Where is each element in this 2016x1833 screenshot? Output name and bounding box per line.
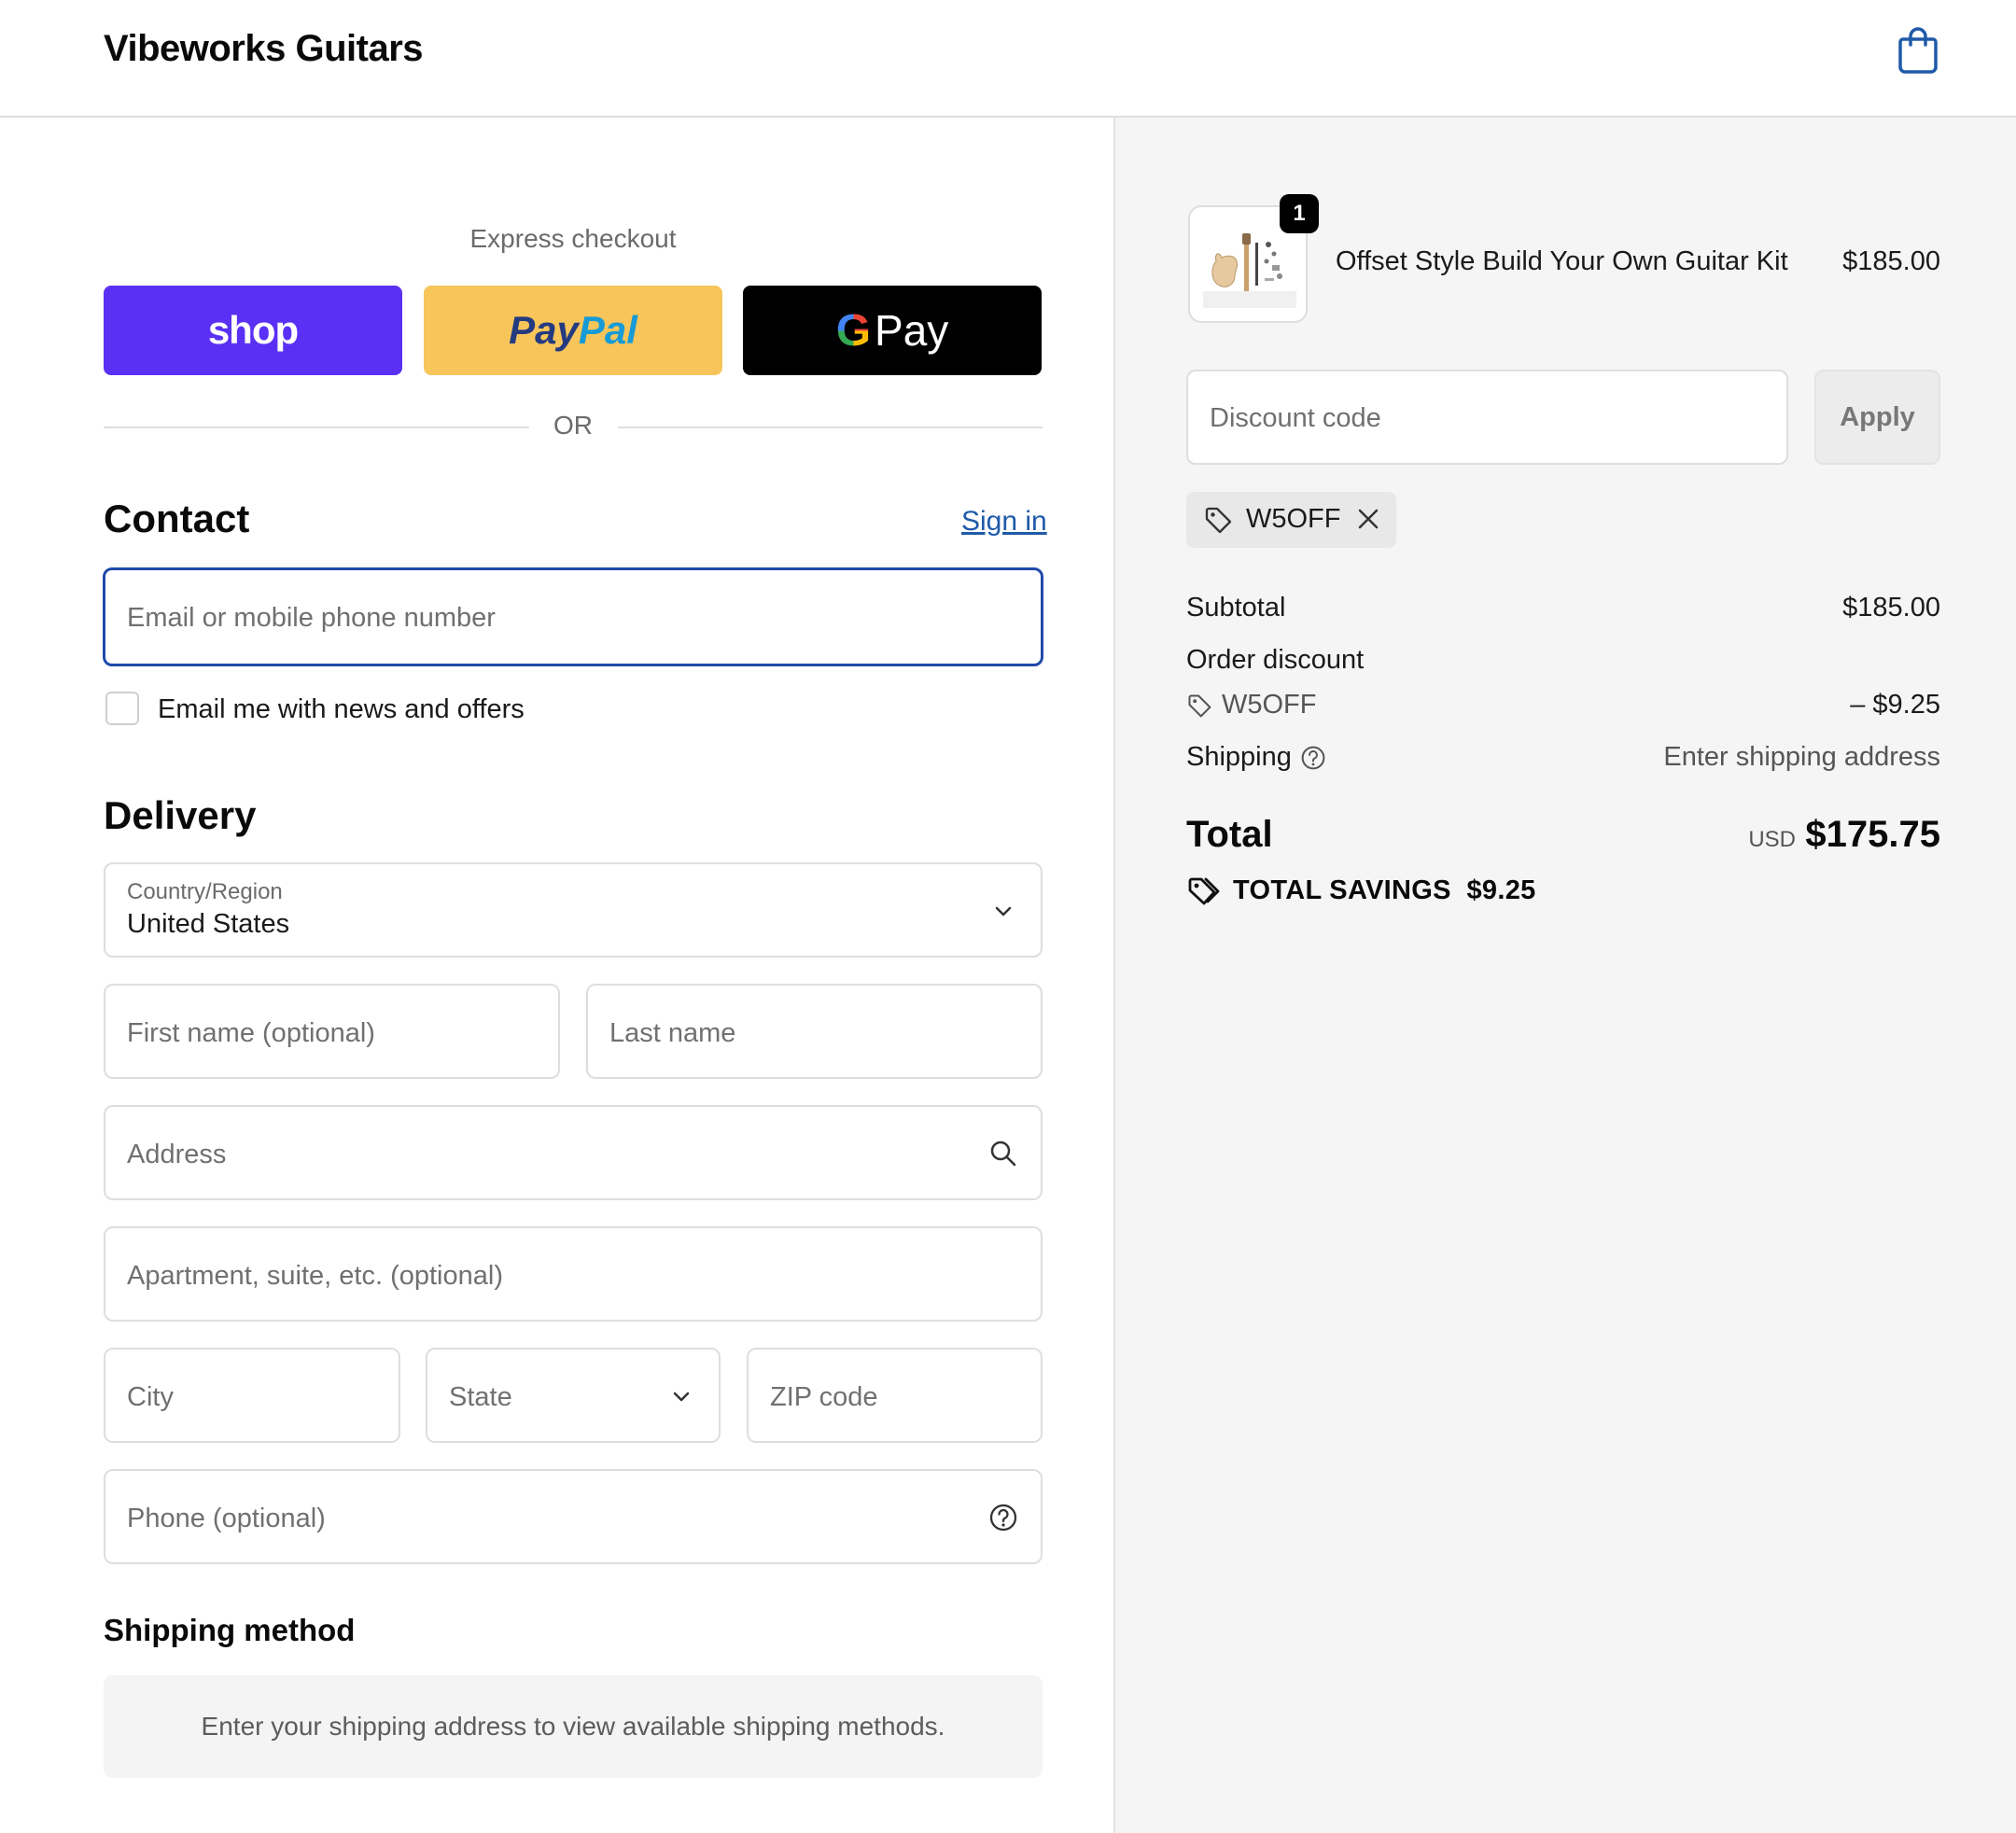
newsletter-checkbox[interactable] — [105, 692, 139, 725]
cart-quantity-badge: 1 — [1280, 194, 1319, 233]
address-input[interactable]: Address — [104, 1105, 1043, 1200]
subtotal-label: Subtotal — [1186, 593, 1286, 623]
paypal-button[interactable]: Pay Pal — [424, 286, 722, 375]
country-label: Country/Region — [127, 879, 283, 904]
delivery-heading: Delivery — [104, 793, 257, 837]
state-select[interactable]: State — [426, 1348, 721, 1443]
remove-discount-icon[interactable] — [1354, 505, 1382, 533]
product-name: Offset Style Build Your Own Guitar Kit — [1336, 246, 1788, 276]
address-placeholder: Address — [127, 1140, 227, 1169]
help-circle-icon[interactable] — [988, 1503, 1018, 1532]
apply-discount-button[interactable]: Apply — [1814, 370, 1940, 465]
applied-discount-chip: W5OFF — [1186, 492, 1396, 548]
contact-heading: Contact — [104, 497, 250, 540]
apartment-input[interactable]: Apartment, suite, etc. (optional) — [104, 1226, 1043, 1322]
paypal-logo-b: Pal — [578, 308, 637, 352]
discount-code-label: W5OFF — [1222, 690, 1317, 720]
google-pay-label: Pay — [875, 306, 949, 355]
apartment-placeholder: Apartment, suite, etc. (optional) — [127, 1261, 503, 1291]
country-value: United States — [127, 909, 290, 939]
shipping-method-heading: Shipping method — [104, 1613, 356, 1647]
total-currency: USD — [1748, 827, 1796, 852]
phone-input[interactable]: Phone (optional) — [104, 1469, 1043, 1564]
email-placeholder: Email or mobile phone number — [127, 603, 496, 633]
shopping-bag-icon[interactable] — [1897, 26, 1939, 75]
total-label: Total — [1186, 814, 1273, 855]
discount-value: – $9.25 — [1850, 690, 1940, 720]
savings-tag-icon — [1188, 877, 1220, 905]
chevron-down-icon — [673, 1392, 690, 1402]
city-input[interactable]: City — [104, 1348, 400, 1443]
newsletter-label[interactable]: Email me with news and offers — [158, 694, 525, 725]
guitar-kit-image — [1203, 233, 1296, 308]
country-select[interactable]: Country/Region United States — [104, 862, 1043, 958]
or-divider: OR — [104, 411, 1043, 444]
search-icon[interactable] — [988, 1139, 1018, 1168]
first-name-input[interactable]: First name (optional) — [104, 984, 560, 1079]
zip-input[interactable]: ZIP code — [747, 1348, 1043, 1443]
help-circle-icon[interactable] — [1300, 745, 1326, 771]
subtotal-value: $185.00 — [1842, 593, 1940, 623]
shipping-value: Enter shipping address — [1663, 742, 1940, 772]
sign-in-link[interactable]: Sign in — [961, 506, 1047, 538]
zip-placeholder: ZIP code — [770, 1382, 878, 1412]
total-savings-label: TOTAL SAVINGS — [1233, 875, 1451, 905]
applied-discount-code: W5OFF — [1246, 504, 1341, 534]
total-savings: TOTAL SAVINGS $9.25 — [1233, 875, 1536, 906]
paypal-logo-a: Pay — [509, 308, 579, 352]
google-pay-button[interactable]: G Pay — [743, 286, 1042, 375]
last-name-input[interactable]: Last name — [586, 984, 1043, 1079]
state-placeholder: State — [449, 1382, 512, 1412]
first-name-placeholder: First name (optional) — [127, 1018, 375, 1048]
shop-pay-logo: shop — [207, 308, 299, 352]
total-value: $175.75 — [1805, 814, 1940, 855]
store-brand[interactable]: Vibeworks Guitars — [104, 28, 424, 70]
total-savings-value: $9.25 — [1466, 875, 1536, 905]
product-price: $185.00 — [1842, 246, 1940, 276]
google-g-icon: G — [835, 305, 872, 356]
email-input[interactable]: Email or mobile phone number — [103, 567, 1043, 666]
site-header: Vibeworks Guitars — [0, 0, 2016, 118]
shipping-label: Shipping — [1186, 742, 1292, 772]
phone-placeholder: Phone (optional) — [127, 1504, 326, 1533]
shipping-method-notice: Enter your shipping address to view avai… — [104, 1675, 1043, 1778]
shop-pay-button[interactable]: shop — [104, 286, 402, 375]
express-checkout-label: Express checkout — [469, 224, 677, 253]
tag-icon — [1205, 507, 1232, 534]
chevron-down-icon — [995, 906, 1012, 916]
last-name-placeholder: Last name — [609, 1018, 736, 1048]
city-placeholder: City — [127, 1382, 174, 1412]
tag-icon — [1188, 694, 1211, 718]
order-discount-label: Order discount — [1186, 645, 1365, 675]
discount-code-placeholder: Discount code — [1210, 403, 1381, 433]
or-label: OR — [553, 411, 593, 440]
discount-code-input[interactable]: Discount code — [1186, 370, 1788, 465]
